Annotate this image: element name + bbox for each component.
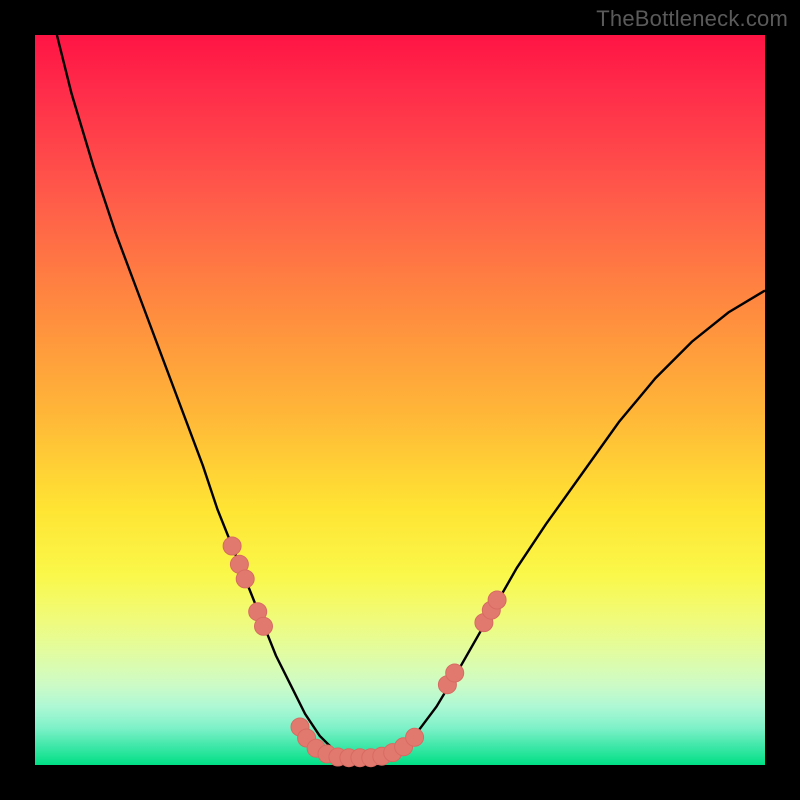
curve-markers — [223, 537, 506, 767]
bottleneck-curve — [57, 35, 765, 758]
curve-marker — [446, 664, 464, 682]
chart-frame: TheBottleneck.com — [0, 0, 800, 800]
curve-marker — [223, 537, 241, 555]
curve-marker — [236, 570, 254, 588]
chart-plot-area — [35, 35, 765, 765]
curve-marker — [406, 728, 424, 746]
watermark-text: TheBottleneck.com — [596, 6, 788, 32]
chart-svg — [35, 35, 765, 765]
curve-marker — [255, 617, 273, 635]
curve-marker — [488, 591, 506, 609]
